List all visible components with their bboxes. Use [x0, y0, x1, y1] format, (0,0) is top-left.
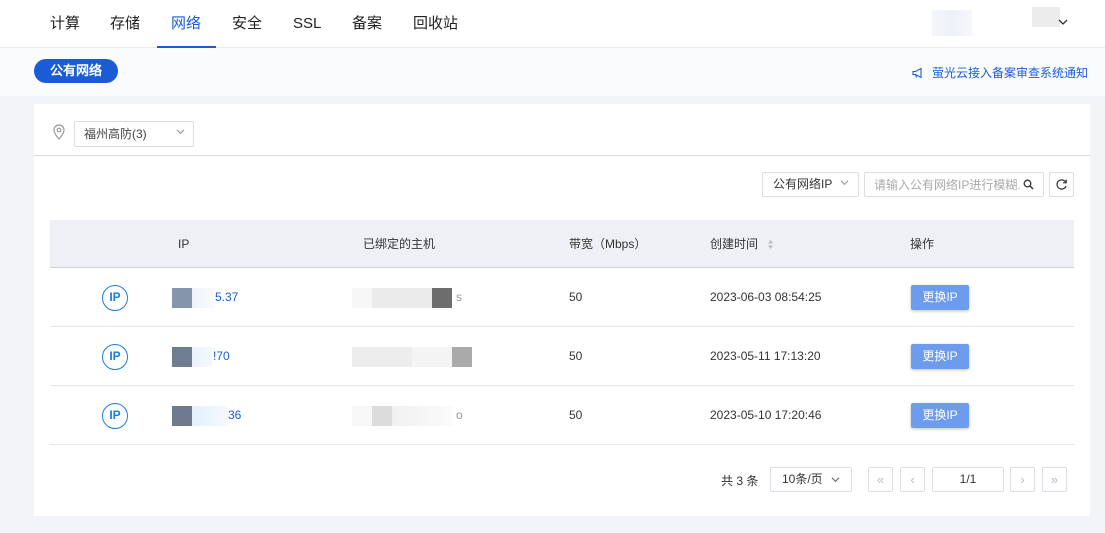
col-created-time[interactable]: 创建时间: [710, 220, 774, 268]
change-ip-button[interactable]: 更换IP: [911, 403, 969, 428]
avatar[interactable]: [1032, 7, 1060, 27]
last-page-button[interactable]: »: [1042, 467, 1067, 492]
top-nav: 计算 存储 网络 安全 SSL 备案 回收站: [0, 0, 1105, 48]
filing-notice-link[interactable]: 萤光云接入备案审查系统通知: [912, 64, 1088, 81]
ip-address-link[interactable]: !70: [213, 327, 230, 386]
tab-recycle-bin[interactable]: 回收站: [399, 0, 472, 48]
location-pin-icon: [53, 124, 65, 140]
table-row: IP !70 50 2023-05-11 17:13:20 更换IP: [50, 327, 1074, 386]
bandwidth-value: 50: [569, 349, 583, 363]
bandwidth-value: 50: [569, 290, 583, 304]
created-time-value: 2023-05-10 17:20:46: [710, 408, 822, 422]
table-row: IP 36 o 50 2023-05-10 17:20:46 更换IP: [50, 386, 1074, 445]
ip-icon: IP: [102, 344, 128, 370]
page-size-select[interactable]: 10条/页: [770, 467, 852, 492]
public-network-pill[interactable]: 公有网络: [34, 59, 119, 83]
redacted-region: [172, 347, 192, 367]
tab-ssl[interactable]: SSL: [279, 0, 335, 48]
chevron-down-icon: [176, 122, 185, 146]
redacted-region: [172, 406, 192, 426]
redacted-region: [192, 347, 212, 367]
col-actions: 操作: [910, 237, 935, 251]
redacted-region: [192, 288, 214, 308]
tab-compute[interactable]: 计算: [36, 0, 94, 48]
ip-address-link[interactable]: 5.37: [215, 268, 238, 327]
col-created-time-label: 创建时间: [710, 237, 759, 251]
ip-address-link[interactable]: 36: [228, 386, 241, 445]
region-select-value: 福州高防(3): [84, 127, 147, 141]
redacted-region: [372, 288, 432, 308]
notice-text[interactable]: 萤光云接入备案审查系统通知: [932, 64, 1088, 81]
redacted-region: [372, 406, 392, 426]
redacted-region: [412, 347, 452, 367]
redacted-region: [452, 347, 472, 367]
region-row: 福州高防(3): [34, 104, 1090, 156]
filter-type-value: 公有网络IP: [773, 177, 833, 191]
redacted-region: [392, 406, 452, 426]
col-ip: IP: [178, 237, 190, 251]
redacted-region: [932, 10, 972, 36]
col-bandwidth: 带宽（Mbps）: [569, 237, 647, 251]
table-header: IP 已绑定的主机 带宽（Mbps） 创建时间 操作: [50, 220, 1074, 268]
megaphone-icon: [912, 67, 922, 78]
chevron-down-icon: [831, 477, 840, 483]
refresh-icon: [1056, 179, 1067, 190]
sort-icon[interactable]: [767, 239, 774, 250]
next-page-button[interactable]: ›: [1010, 467, 1035, 492]
redacted-region: [432, 288, 452, 308]
redacted-region: [192, 406, 228, 426]
redacted-region: [352, 406, 372, 426]
first-page-button[interactable]: «: [868, 467, 893, 492]
pager-total: 共 3 条: [721, 474, 759, 488]
tab-security[interactable]: 安全: [218, 0, 276, 48]
created-time-value: 2023-06-03 08:54:25: [710, 290, 822, 304]
ip-icon: IP: [102, 403, 128, 429]
change-ip-button[interactable]: 更换IP: [911, 285, 969, 310]
search-icon[interactable]: [1023, 179, 1034, 190]
tab-network[interactable]: 网络: [157, 0, 216, 48]
filter-type-select[interactable]: 公有网络IP: [762, 172, 859, 197]
chevron-down-icon: [840, 173, 849, 196]
chevron-down-icon[interactable]: [1058, 16, 1068, 30]
tab-filing[interactable]: 备案: [338, 0, 396, 48]
col-bound-host: 已绑定的主机: [363, 237, 436, 251]
search-input[interactable]: [864, 172, 1044, 197]
created-time-value: 2023-05-11 17:13:20: [710, 349, 821, 363]
page-size-value: 10条/页: [781, 472, 823, 486]
table-row: IP 5.37 s 50 2023-06-03 08:54:25 更换IP: [50, 268, 1074, 327]
bound-host-text: s: [456, 290, 462, 304]
refresh-button[interactable]: [1049, 172, 1074, 197]
redacted-region: [352, 347, 412, 367]
bound-host-text: o: [456, 408, 463, 422]
sub-header: 公有网络 萤光云接入备案审查系统通知: [0, 48, 1105, 96]
change-ip-button[interactable]: 更换IP: [911, 344, 969, 369]
tab-storage[interactable]: 存储: [96, 0, 154, 48]
prev-page-button[interactable]: ‹: [900, 467, 925, 492]
redacted-region: [172, 288, 192, 308]
region-select[interactable]: 福州高防(3): [74, 121, 194, 147]
page-input[interactable]: 1/1: [932, 467, 1004, 492]
bandwidth-value: 50: [569, 408, 583, 422]
redacted-region: [352, 288, 372, 308]
ip-icon: IP: [102, 285, 128, 311]
main-card: 福州高防(3) 公有网络IP IP 已绑定的主机 带宽（Mbps） 创建时间 操…: [34, 104, 1090, 516]
